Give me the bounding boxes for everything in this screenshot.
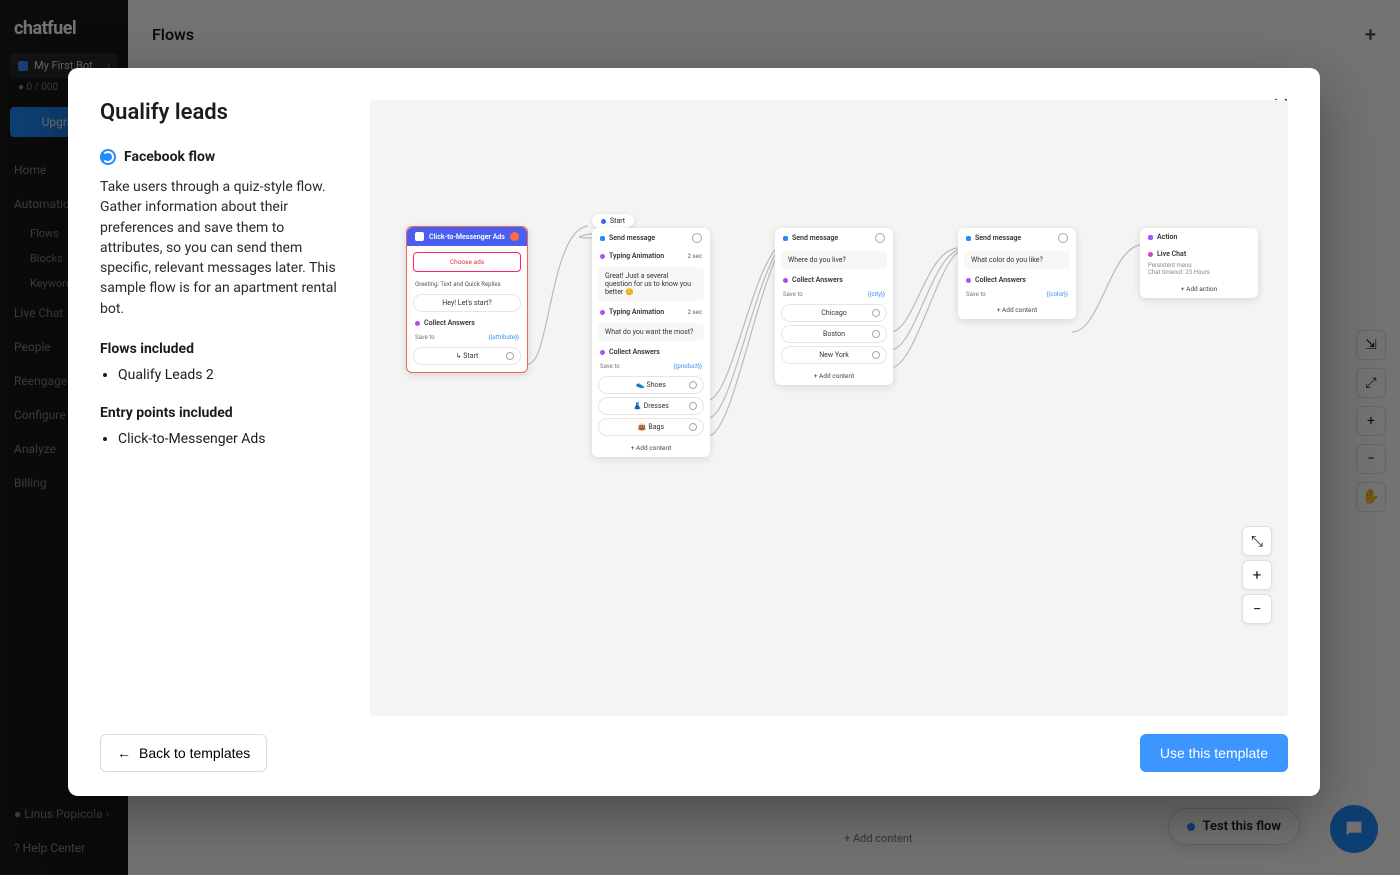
connector-icon — [689, 423, 697, 431]
timeout-label: Chat timeout: 23 Hours — [1140, 269, 1258, 280]
livechat-icon — [1148, 252, 1153, 257]
typing-label: Typing Animation — [609, 252, 664, 260]
card-title: Click-to-Messenger Ads — [429, 233, 505, 241]
modal-title: Qualify leads — [100, 100, 350, 125]
collect-icon — [600, 350, 605, 355]
use-template-button[interactable]: Use this template — [1140, 734, 1288, 772]
collect-label: Collect Answers — [609, 348, 660, 356]
flow-type-label: Facebook flow — [124, 149, 215, 165]
add-action[interactable]: + Add action — [1140, 280, 1258, 298]
template-modal: ✕ Qualify leads Facebook flow Take users… — [68, 68, 1320, 796]
connector-icon — [872, 309, 880, 317]
add-content[interactable]: + Add content — [775, 367, 893, 385]
options-icon — [1058, 233, 1068, 243]
connector-icon — [872, 330, 880, 338]
action-icon — [1148, 235, 1153, 240]
message-text: Great! Just a several question for us to… — [598, 267, 704, 301]
card-title: Send message — [609, 234, 655, 242]
attr-value: {{product}} — [673, 363, 702, 370]
list-item: Qualify Leads 2 — [118, 367, 350, 383]
saveto-label: Save to — [783, 291, 803, 298]
facebook-icon — [100, 149, 116, 165]
quick-reply[interactable]: Hey! Let's start? — [413, 294, 521, 312]
preview-zoom-out[interactable]: − — [1242, 594, 1272, 624]
collect-label: Collect Answers — [424, 319, 475, 327]
choose-ads-button[interactable]: Choose ads — [413, 252, 521, 272]
entry-points-heading: Entry points included — [100, 405, 350, 421]
attr-value: {{attribute}} — [488, 334, 519, 341]
saveto-label: Save to — [600, 363, 620, 370]
flow-card-entry[interactable]: Click-to-Messenger Ads Choose ads Greeti… — [406, 226, 528, 373]
menu-label: Persistent menu — [1140, 262, 1258, 269]
attr-value: {{color}} — [1046, 291, 1068, 298]
livechat-label: Live Chat — [1157, 250, 1186, 258]
option-pill[interactable]: Chicago — [781, 304, 887, 322]
greeting-label: Greeting: Text and Quick Replies — [407, 278, 527, 291]
modal-sidebar: Qualify leads Facebook flow Take users t… — [100, 100, 350, 716]
back-label: Back to templates — [139, 745, 250, 761]
add-content[interactable]: + Add content — [592, 439, 710, 457]
add-content[interactable]: + Add content — [958, 301, 1076, 319]
ads-icon — [415, 232, 424, 241]
typing-icon — [600, 310, 605, 315]
back-button[interactable]: ← Back to templates — [100, 734, 267, 772]
list-item: Click-to-Messenger Ads — [118, 431, 350, 447]
modal-description: Take users through a quiz-style flow. Ga… — [100, 177, 350, 319]
connector-icon — [689, 402, 697, 410]
typing-duration: 2 sec — [688, 253, 702, 260]
send-icon — [600, 236, 605, 241]
message-text: Where do you live? — [781, 251, 887, 269]
collect-label: Collect Answers — [975, 276, 1026, 284]
entry-points-list: Click-to-Messenger Ads — [100, 431, 350, 447]
send-icon — [966, 236, 971, 241]
options-icon — [692, 233, 702, 243]
preview-compress-icon[interactable]: ⤡ — [1242, 526, 1272, 556]
flow-card-send-3[interactable]: Send message What color do you like? Col… — [958, 228, 1076, 319]
warning-icon — [510, 232, 519, 241]
start-badge: Start — [592, 214, 634, 228]
card-title: Send message — [792, 234, 838, 242]
card-title: Send message — [975, 234, 1021, 242]
option-pill[interactable]: Boston — [781, 325, 887, 343]
option-pill[interactable]: 👜 Bags — [598, 418, 704, 436]
saveto-label: Save to — [415, 334, 435, 341]
start-label: Start — [610, 217, 625, 225]
flow-card-action[interactable]: Action Live Chat Persistent menu Chat ti… — [1140, 228, 1258, 298]
flow-preview: Start Click-to-Messenger Ads Choose ads … — [370, 100, 1288, 716]
attr-value: {{city}} — [867, 291, 885, 298]
typing-icon — [600, 254, 605, 259]
message-text: What color do you like? — [964, 251, 1070, 269]
flow-card-send-1[interactable]: Send message Typing Animation 2 sec Great… — [592, 228, 710, 457]
saveto-label: Save to — [966, 291, 986, 298]
card-title: Action — [1157, 233, 1177, 241]
message-text: What do you want the most? — [598, 323, 704, 341]
collect-icon — [415, 321, 420, 326]
connectors — [370, 100, 1288, 716]
arrow-left-icon: ← — [117, 745, 131, 761]
option-pill[interactable]: New York — [781, 346, 887, 364]
collect-icon — [783, 278, 788, 283]
typing-duration: 2 sec — [688, 309, 702, 316]
connector-icon — [689, 381, 697, 389]
preview-zoom-in[interactable]: + — [1242, 560, 1272, 590]
collect-label: Collect Answers — [792, 276, 843, 284]
flows-included-heading: Flows included — [100, 341, 350, 357]
start-pill[interactable]: ↳ Start — [413, 347, 521, 365]
connector-icon — [872, 351, 880, 359]
flows-included-list: Qualify Leads 2 — [100, 367, 350, 383]
options-icon — [875, 233, 885, 243]
send-icon — [783, 236, 788, 241]
connector-icon — [506, 352, 514, 360]
collect-icon — [966, 278, 971, 283]
option-pill[interactable]: 👟 Shoes — [598, 376, 704, 394]
flow-card-send-2[interactable]: Send message Where do you live? Collect … — [775, 228, 893, 385]
start-dot-icon — [601, 219, 606, 224]
option-pill[interactable]: 👗 Dresses — [598, 397, 704, 415]
typing-label: Typing Animation — [609, 308, 664, 316]
